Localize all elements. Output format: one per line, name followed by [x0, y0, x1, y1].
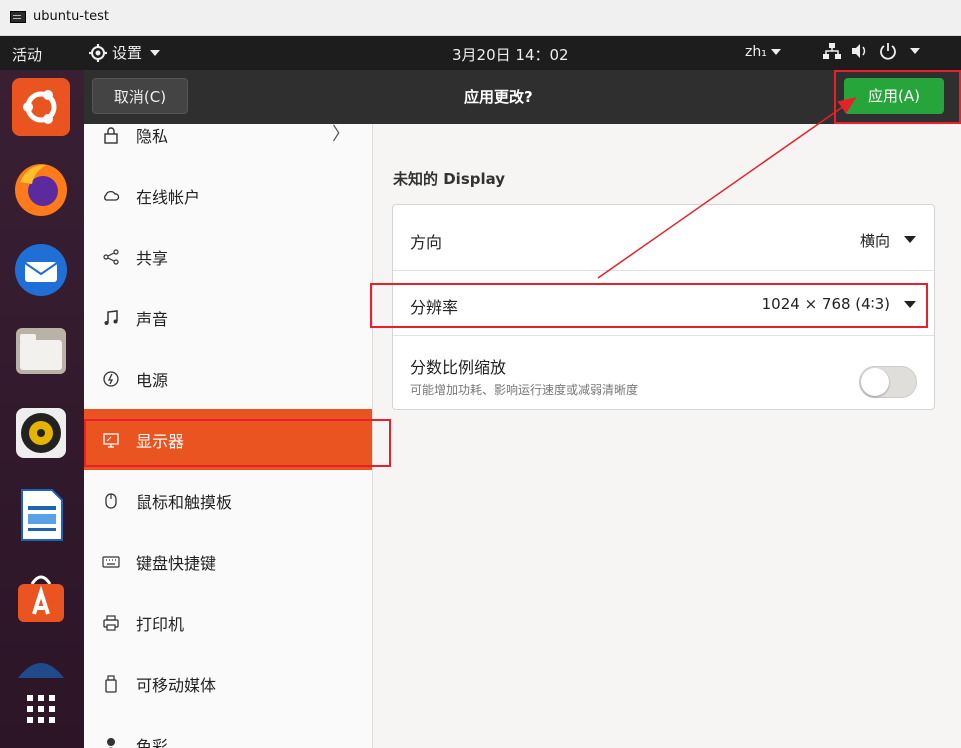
terminal-icon: [10, 11, 26, 23]
libreoffice-writer-icon[interactable]: [12, 486, 70, 544]
chevron-down-icon: [910, 48, 920, 54]
annotation-box-apply: [834, 70, 961, 124]
sidebar-item-label: 电源: [136, 370, 169, 390]
fractional-scaling-hint: 可能增加功耗、影响运行速度或减弱清晰度: [410, 383, 639, 397]
toggle-knob: [861, 368, 889, 396]
system-tray[interactable]: [822, 42, 920, 60]
input-method-label: zh₁: [745, 44, 767, 60]
gear-icon: [89, 43, 107, 62]
sidebar-item-label: 声音: [136, 309, 169, 329]
display-name: 未知的 Display: [393, 170, 506, 188]
sidebar-item-mouse-touchpad[interactable]: 鼠标和触摸板: [84, 470, 372, 531]
files-icon[interactable]: [12, 322, 70, 380]
sidebar-item-label: 键盘快捷键: [136, 553, 217, 573]
chevron-down-icon: [904, 236, 916, 243]
printer-icon: [103, 614, 119, 631]
removable-media-icon: [105, 674, 117, 693]
sidebar-item-privacy[interactable]: 隐私 〉: [84, 124, 372, 165]
window-titlebar: ubuntu-test: [0, 0, 961, 36]
display-settings-panel: 未知的 Display 方向 横向 分辨率 1024 × 768 (4∶3) 分…: [373, 124, 961, 748]
fractional-scaling-row: 分数比例缩放 可能增加功耗、影响运行速度或减弱清晰度: [393, 336, 934, 409]
input-method-indicator[interactable]: zh₁: [745, 44, 781, 60]
sidebar-item-power[interactable]: 电源: [84, 348, 372, 409]
sidebar-item-removable-media[interactable]: 可移动媒体: [84, 653, 372, 714]
app-menu-label: 设置: [112, 44, 143, 62]
annotation-box-displays: [84, 419, 391, 467]
share-icon: [103, 248, 119, 265]
header-title: 应用更改?: [464, 88, 533, 106]
annotation-box-resolution: [370, 283, 928, 328]
activities-button[interactable]: 活动: [12, 44, 42, 65]
lock-icon: [104, 126, 118, 144]
ubuntu-logo-icon[interactable]: [12, 78, 70, 136]
sidebar-item-label: 鼠标和触摸板: [136, 492, 233, 512]
chevron-right-icon: 〉: [332, 124, 350, 145]
header-bar: 取消(C) 应用更改? 应用(A): [84, 70, 961, 124]
chevron-down-icon: [770, 49, 781, 55]
show-applications-icon[interactable]: [12, 680, 70, 738]
power-icon: [880, 43, 896, 60]
cancel-button[interactable]: 取消(C): [92, 78, 188, 114]
mouse-icon: [105, 492, 117, 509]
cloud-icon: [104, 190, 120, 201]
chevron-down-icon: [150, 49, 161, 56]
thunderbird-icon[interactable]: [12, 240, 70, 298]
firefox-icon[interactable]: [12, 160, 70, 218]
sidebar-item-color[interactable]: 色彩: [84, 714, 372, 748]
volume-icon: [852, 44, 866, 58]
keyboard-icon: [102, 555, 120, 568]
fractional-scaling-label: 分数比例缩放: [410, 358, 507, 377]
sidebar-item-printers[interactable]: 打印机: [84, 592, 372, 653]
sidebar-item-sound[interactable]: 声音: [84, 287, 372, 348]
rhythmbox-icon[interactable]: [12, 404, 70, 462]
power-icon: [103, 370, 119, 387]
sidebar-item-label: 色彩: [136, 736, 169, 748]
orientation-row[interactable]: 方向 横向: [393, 205, 934, 271]
sidebar-item-label: 在线帐户: [136, 187, 201, 207]
window-title: ubuntu-test: [33, 9, 109, 24]
sidebar-item-label: 打印机: [136, 614, 185, 634]
gnome-top-bar: 活动 设置 3月20日 14：02 zh₁: [0, 36, 961, 70]
sidebar-item-label: 共享: [136, 248, 169, 268]
sidebar-item-online-accounts[interactable]: 在线帐户: [84, 165, 372, 226]
network-icon: [823, 43, 841, 59]
music-note-icon: [104, 309, 118, 325]
sidebar-item-label: 可移动媒体: [136, 675, 217, 695]
sidebar-item-sharing[interactable]: 共享: [84, 226, 372, 287]
orientation-label: 方向: [410, 233, 443, 252]
software-store-icon[interactable]: [12, 568, 70, 626]
orientation-value: 横向: [859, 232, 890, 250]
color-icon: [107, 737, 115, 748]
clock[interactable]: 3月20日 14：02: [452, 44, 569, 65]
app-menu-button[interactable]: 设置: [88, 42, 161, 63]
fractional-scaling-toggle[interactable]: [859, 366, 917, 398]
sidebar-item-label: 隐私: [136, 126, 169, 146]
dock: [0, 70, 84, 748]
sidebar-item-keyboard-shortcuts[interactable]: 键盘快捷键: [84, 531, 372, 592]
